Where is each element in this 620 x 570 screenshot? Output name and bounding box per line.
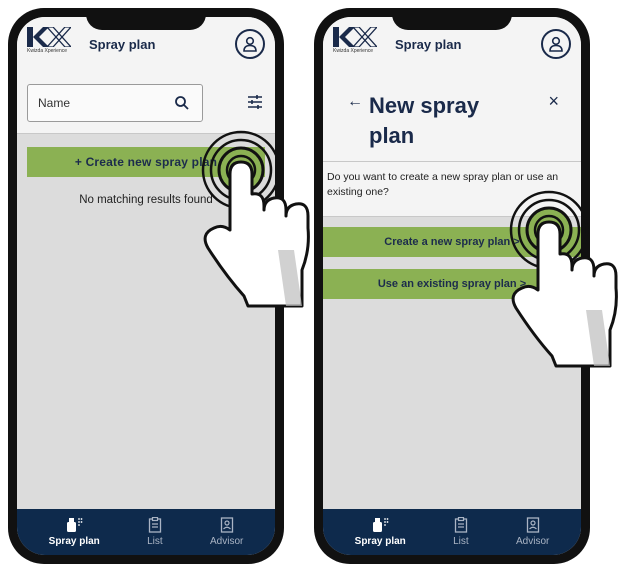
tap-hand-icon <box>509 190 618 368</box>
nav-label: Advisor <box>515 536 550 547</box>
clipboard-icon <box>454 517 468 533</box>
logo-subtitle: Kwizda Xperience <box>27 48 68 54</box>
nav-item-list[interactable]: List <box>453 517 469 547</box>
filter-icon[interactable] <box>247 94 263 110</box>
nav-label: Spray plan <box>48 536 100 547</box>
user-icon <box>243 36 257 52</box>
phone-notch <box>86 8 206 30</box>
dialog-title: New spray plan <box>369 93 480 148</box>
logo-subtitle: Kwizda Xperience <box>333 48 374 54</box>
nav-label: Advisor <box>209 536 244 547</box>
nav-item-spray-plan[interactable]: Spray plan <box>355 517 406 547</box>
search-icon <box>175 96 189 110</box>
user-icon <box>549 36 563 52</box>
profile-button[interactable] <box>541 29 571 59</box>
back-arrow-icon[interactable]: ← <box>347 93 363 111</box>
app-title: Spray plan <box>395 37 462 52</box>
spray-icon <box>373 518 389 532</box>
bottom-nav: Spray plan List Advisor <box>323 509 581 555</box>
nav-item-spray-plan[interactable]: Spray plan <box>49 517 100 547</box>
nav-label: Spray plan <box>354 536 406 547</box>
search-placeholder: Name <box>38 96 71 110</box>
dialog-header: ← New spray plan × <box>323 75 581 161</box>
kx-logo: Kwizda Xperience <box>333 27 377 59</box>
nav-label: List <box>453 536 469 547</box>
close-icon[interactable]: × <box>548 91 559 112</box>
app-title: Spray plan <box>89 37 156 52</box>
profile-button[interactable] <box>235 29 265 59</box>
tap-hand-icon <box>201 130 310 308</box>
nav-item-list[interactable]: List <box>147 517 163 547</box>
search-row: Name <box>17 75 275 134</box>
clipboard-icon <box>148 517 162 533</box>
advisor-icon <box>220 517 233 533</box>
search-input[interactable]: Name <box>27 84 203 122</box>
spray-icon <box>67 518 83 532</box>
nav-label: List <box>147 536 163 547</box>
bottom-nav: Spray plan List Advisor <box>17 509 275 555</box>
phone-notch <box>392 8 512 30</box>
advisor-icon <box>526 517 539 533</box>
nav-item-advisor[interactable]: Advisor <box>210 517 243 547</box>
nav-item-advisor[interactable]: Advisor <box>516 517 549 547</box>
kx-logo: Kwizda Xperience <box>27 27 71 59</box>
